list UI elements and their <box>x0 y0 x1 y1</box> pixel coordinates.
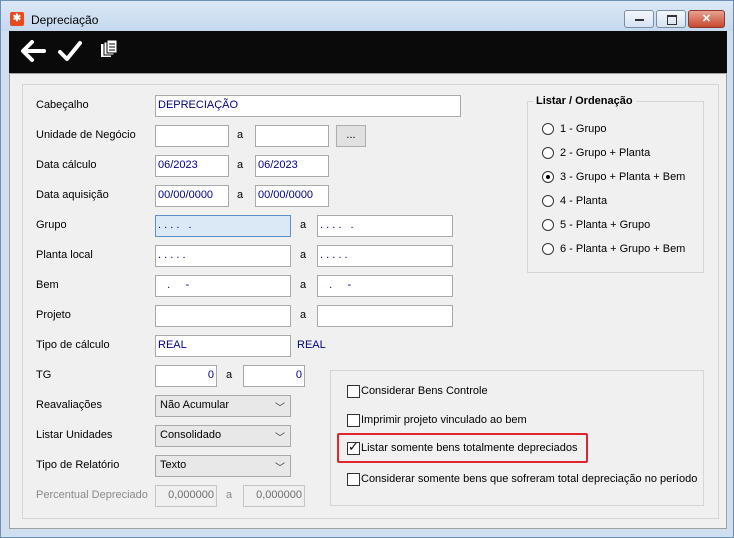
unidade-sep: a <box>237 129 244 141</box>
checkbox-label: Imprimir projeto vinculado ao bem <box>361 414 527 426</box>
planta-sep: a <box>300 249 307 261</box>
confirm-button[interactable] <box>55 38 85 66</box>
radio-button[interactable] <box>542 219 554 231</box>
percentual-to-input: 0,000000 <box>243 485 305 507</box>
checkmark-icon <box>58 41 82 61</box>
percentual-sep: a <box>226 489 233 501</box>
listar-unidades-select[interactable]: Consolidado ﹀ <box>155 425 291 447</box>
grupo-sep: a <box>300 219 307 231</box>
ordenacao-option-label: 4 - Planta <box>560 195 608 207</box>
back-button[interactable] <box>17 38 47 66</box>
reavaliacoes-select[interactable]: Não Acumular ﹀ <box>155 395 291 417</box>
grupo-to-input[interactable]: . . . . . <box>317 215 453 237</box>
tipo-calculo-label: Tipo de cálculo <box>36 339 110 351</box>
grupo-from-input[interactable]: . . . . . <box>155 215 291 237</box>
checkbox-label: Considerar Bens Controle <box>361 385 488 397</box>
tg-sep: a <box>226 369 233 381</box>
projeto-sep: a <box>300 309 307 321</box>
listar-unidades-label: Listar Unidades <box>36 429 113 441</box>
checkbox-checked[interactable]: ✓ <box>347 439 360 455</box>
planta-from-input[interactable]: . . . . . <box>155 245 291 267</box>
window-title: Depreciação <box>31 13 99 27</box>
checkbox-label: Listar somente bens totalmente depreciad… <box>361 442 578 454</box>
checkbox[interactable] <box>347 414 360 427</box>
data-calculo-to-input[interactable]: 06/2023 <box>255 155 329 177</box>
bem-to-input[interactable]: . - <box>317 275 453 297</box>
ordenacao-option-label: 6 - Planta + Grupo + Bem <box>560 243 686 255</box>
data-aquisicao-sep: a <box>237 189 244 201</box>
radio-button[interactable] <box>542 147 554 159</box>
checkbox[interactable] <box>347 473 360 486</box>
chevron-down-icon: ﹀ <box>275 403 285 414</box>
tg-label: TG <box>36 369 52 381</box>
unidade-to-input[interactable] <box>255 125 329 147</box>
projeto-from-input[interactable] <box>155 305 291 327</box>
tipo-relatorio-select[interactable]: Texto ﹀ <box>155 455 291 477</box>
unidade-from-input[interactable] <box>155 125 229 147</box>
planta-label: Planta local <box>36 249 93 261</box>
data-aquisicao-from-input[interactable]: 00/00/0000 <box>155 185 229 207</box>
cabecalho-label: Cabeçalho <box>36 99 89 111</box>
bem-from-input[interactable]: . - <box>155 275 291 297</box>
data-aquisicao-to-input[interactable]: 00/00/0000 <box>255 185 329 207</box>
maximize-icon <box>667 15 677 25</box>
ordenacao-option-label: 3 - Grupo + Planta + Bem <box>560 171 686 183</box>
checkbox-label: Considerar somente bens que sofreram tot… <box>361 473 698 485</box>
reavaliacoes-value: Não Acumular <box>160 399 230 411</box>
title-bar[interactable]: ✱ Depreciação ✕ <box>1 1 733 31</box>
tipo-relatorio-label: Tipo de Relatório <box>36 459 120 471</box>
data-calculo-from-input[interactable]: 06/2023 <box>155 155 229 177</box>
reavaliacoes-label: Reavaliações <box>36 399 103 411</box>
data-calculo-label: Data cálculo <box>36 159 97 171</box>
planta-to-input[interactable]: . . . . . <box>317 245 453 267</box>
grupo-label: Grupo <box>36 219 67 231</box>
data-calculo-sep: a <box>237 159 244 171</box>
app-window: ✱ Depreciação ✕ Cabeçalho DEPRECIAÇÃO Un… <box>0 0 734 538</box>
radio-dot-icon <box>546 175 550 179</box>
unidade-label: Unidade de Negócio <box>36 129 136 141</box>
listar-unidades-value: Consolidado <box>160 429 222 441</box>
checkmark-icon: ✓ <box>348 439 359 454</box>
close-icon: ✕ <box>701 13 712 25</box>
arrow-left-icon <box>21 40 46 62</box>
radio-button-selected[interactable] <box>542 171 554 183</box>
percentual-label: Percentual Depreciado <box>36 489 148 501</box>
tipo-calculo-input[interactable]: REAL <box>155 335 291 357</box>
copy-button[interactable] <box>93 38 123 66</box>
ordenacao-legend: Listar / Ordenação <box>533 95 636 107</box>
form-panel: Cabeçalho DEPRECIAÇÃO Unidade de Negócio… <box>9 73 727 529</box>
radio-button[interactable] <box>542 195 554 207</box>
ordenacao-option-label: 2 - Grupo + Planta <box>560 147 651 159</box>
radio-button[interactable] <box>542 243 554 255</box>
maximize-button[interactable] <box>656 10 686 28</box>
tipo-calculo-display: REAL <box>297 339 326 351</box>
tipo-relatorio-value: Texto <box>160 459 187 471</box>
chevron-down-icon: ﹀ <box>275 433 285 444</box>
unidade-lookup-button[interactable]: ... <box>336 125 366 147</box>
projeto-label: Projeto <box>36 309 71 321</box>
copy-documents-icon <box>101 39 118 57</box>
chevron-down-icon: ﹀ <box>275 463 285 474</box>
tg-to-input[interactable]: 0 <box>243 365 305 387</box>
app-logo-icon: ✱ <box>10 12 24 26</box>
close-button[interactable]: ✕ <box>688 10 725 28</box>
cabecalho-input[interactable]: DEPRECIAÇÃO <box>155 95 461 117</box>
minimize-button[interactable] <box>624 10 654 28</box>
bem-sep: a <box>300 279 307 291</box>
ordenacao-option-label: 5 - Planta + Grupo <box>560 219 651 231</box>
checkbox[interactable] <box>347 385 360 398</box>
bem-label: Bem <box>36 279 59 291</box>
minimize-icon <box>635 19 644 21</box>
data-aquisicao-label: Data aquisição <box>36 189 109 201</box>
toolbar <box>9 31 727 73</box>
ordenacao-option-label: 1 - Grupo <box>560 123 607 135</box>
projeto-to-input[interactable] <box>317 305 453 327</box>
tg-from-input[interactable]: 0 <box>155 365 217 387</box>
percentual-from-input: 0,000000 <box>155 485 217 507</box>
radio-button[interactable] <box>542 123 554 135</box>
